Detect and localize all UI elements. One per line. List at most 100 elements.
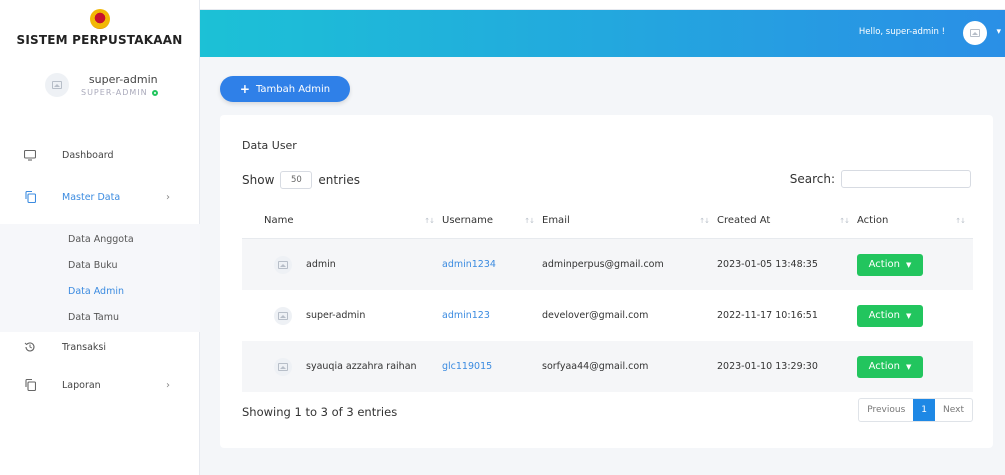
brand: SISTEM PERPUSTAKAAN bbox=[0, 0, 199, 55]
sidebar-menu: Dashboard Master Data › Data Anggota Dat… bbox=[0, 140, 200, 400]
master-data-submenu: Data Anggota Data Buku Data Admin Data T… bbox=[0, 224, 200, 332]
monitor-icon bbox=[24, 149, 36, 161]
chevron-right-icon: › bbox=[166, 379, 170, 391]
chevron-down-icon[interactable]: ▾ bbox=[996, 27, 1001, 37]
entries-length-control: Show 50 entries bbox=[242, 171, 360, 189]
search-control: Search: bbox=[790, 170, 971, 188]
cell-username[interactable]: admin123 bbox=[442, 310, 542, 321]
copy-icon bbox=[24, 379, 36, 391]
th-username[interactable]: Username ↑↓ bbox=[442, 215, 542, 226]
sidebar-profile: super-admin SUPER-ADMIN bbox=[0, 55, 199, 105]
online-status-icon bbox=[151, 89, 158, 96]
table-header: Name ↑↓ Username ↑↓ Email ↑↓ Created At … bbox=[242, 203, 973, 239]
action-label: Action bbox=[868, 310, 900, 321]
action-dropdown-button[interactable]: Action ▼ bbox=[857, 253, 923, 276]
cell-name: syauqia azzahra raihan bbox=[242, 357, 442, 376]
sidebar-item-transaksi[interactable]: Transaksi bbox=[0, 332, 200, 362]
submenu-item-data-buku[interactable]: Data Buku bbox=[0, 252, 200, 278]
th-label: Email bbox=[542, 215, 570, 226]
image-icon bbox=[278, 362, 288, 371]
entries-select[interactable]: 50 bbox=[280, 171, 313, 189]
sidebar-item-label: Dashboard bbox=[62, 149, 114, 161]
pagination: Previous 1 Next bbox=[858, 398, 973, 422]
caret-down-icon: ▼ bbox=[905, 362, 912, 371]
avatar bbox=[274, 255, 292, 274]
name-text: super-admin bbox=[306, 310, 366, 321]
sort-icon: ↑↓ bbox=[955, 216, 966, 225]
cell-name: super-admin bbox=[242, 306, 442, 325]
cell-email: adminperpus@gmail.com bbox=[542, 259, 664, 270]
image-icon bbox=[52, 81, 62, 89]
entries-label: entries bbox=[318, 173, 360, 187]
profile-name: super-admin bbox=[88, 73, 158, 86]
chevron-right-icon: › bbox=[166, 191, 170, 203]
top-header: Hello, super-admin ! ▾ bbox=[200, 10, 1005, 57]
action-label: Action bbox=[868, 259, 900, 270]
caret-down-icon: ▼ bbox=[905, 260, 912, 269]
history-icon bbox=[24, 341, 36, 353]
th-label: Name bbox=[264, 215, 294, 226]
cell-username[interactable]: admin1234 bbox=[442, 259, 542, 270]
pagination-page-1[interactable]: 1 bbox=[913, 399, 936, 421]
cell-action: Action ▼ bbox=[857, 304, 973, 327]
logo bbox=[89, 8, 110, 29]
sidebar-item-master-data[interactable]: Master Data › bbox=[0, 182, 200, 212]
table-row: admin admin1234 adminperpus@gmail.com 20… bbox=[242, 239, 973, 290]
pagination-previous[interactable]: Previous bbox=[859, 399, 913, 421]
data-user-table: Name ↑↓ Username ↑↓ Email ↑↓ Created At … bbox=[242, 203, 973, 392]
data-user-card: Data User Show 50 entries Search: Name ↑… bbox=[220, 115, 993, 448]
profile-role-label: SUPER-ADMIN bbox=[81, 88, 148, 97]
action-label: Action bbox=[868, 361, 900, 372]
submenu-item-data-anggota[interactable]: Data Anggota bbox=[0, 226, 200, 252]
copy-icon bbox=[24, 191, 36, 203]
cell-username[interactable]: glc119015 bbox=[442, 361, 542, 372]
card-title: Data User bbox=[242, 139, 297, 152]
profile-avatar bbox=[45, 73, 69, 97]
cell-action: Action ▼ bbox=[857, 355, 973, 378]
sort-icon: ↑↓ bbox=[424, 216, 435, 225]
submenu-item-data-admin[interactable]: Data Admin bbox=[0, 278, 200, 304]
avatar bbox=[274, 306, 292, 325]
th-label: Created At bbox=[717, 215, 771, 226]
sidebar-item-label: Master Data bbox=[62, 191, 121, 203]
sidebar-item-laporan[interactable]: Laporan › bbox=[0, 370, 200, 400]
th-name[interactable]: Name ↑↓ bbox=[242, 215, 442, 226]
search-input[interactable] bbox=[841, 170, 971, 188]
table-row: syauqia azzahra raihan glc119015 sorfyaa… bbox=[242, 341, 973, 392]
th-label: Action bbox=[857, 215, 889, 226]
table-info: Showing 1 to 3 of 3 entries bbox=[242, 405, 398, 419]
cell-name: admin bbox=[242, 255, 442, 274]
name-text: syauqia azzahra raihan bbox=[306, 361, 417, 372]
th-email[interactable]: Email ↑↓ bbox=[542, 215, 717, 226]
table-row: super-admin admin123 develover@gmail.com… bbox=[242, 290, 973, 341]
name-text: admin bbox=[306, 259, 336, 270]
user-avatar[interactable] bbox=[963, 21, 987, 45]
sidebar-item-label: Laporan bbox=[62, 379, 101, 391]
image-icon bbox=[278, 311, 288, 320]
add-admin-button[interactable]: + Tambah Admin bbox=[220, 76, 350, 102]
sidebar-item-dashboard[interactable]: Dashboard bbox=[0, 140, 200, 170]
pagination-next[interactable]: Next bbox=[935, 399, 972, 421]
brand-title: SISTEM PERPUSTAKAAN bbox=[16, 32, 183, 47]
th-action[interactable]: Action ↑↓ bbox=[857, 215, 973, 226]
add-admin-label: Tambah Admin bbox=[255, 83, 331, 95]
greeting-text: Hello, super-admin ! bbox=[858, 27, 945, 37]
plus-icon: + bbox=[239, 82, 250, 96]
cell-action: Action ▼ bbox=[857, 253, 973, 276]
submenu-item-data-tamu[interactable]: Data Tamu bbox=[0, 304, 200, 330]
action-dropdown-button[interactable]: Action ▼ bbox=[857, 355, 923, 378]
sidebar-item-label: Transaksi bbox=[62, 341, 107, 353]
image-icon bbox=[278, 260, 288, 269]
action-dropdown-button[interactable]: Action ▼ bbox=[857, 304, 923, 327]
show-label: Show bbox=[242, 173, 275, 187]
sort-icon: ↑↓ bbox=[839, 216, 850, 225]
profile-role: SUPER-ADMIN bbox=[81, 88, 158, 97]
cell-email: sorfyaa44@gmail.com bbox=[542, 361, 649, 372]
caret-down-icon: ▼ bbox=[905, 311, 912, 320]
search-label: Search: bbox=[789, 172, 835, 186]
th-created-at[interactable]: Created At ↑↓ bbox=[717, 215, 857, 226]
sort-icon: ↑↓ bbox=[699, 216, 710, 225]
sidebar: SISTEM PERPUSTAKAAN super-admin SUPER-AD… bbox=[0, 0, 200, 475]
image-icon bbox=[970, 29, 980, 37]
cell-created-at: 2023-01-05 13:48:35 bbox=[717, 259, 818, 270]
